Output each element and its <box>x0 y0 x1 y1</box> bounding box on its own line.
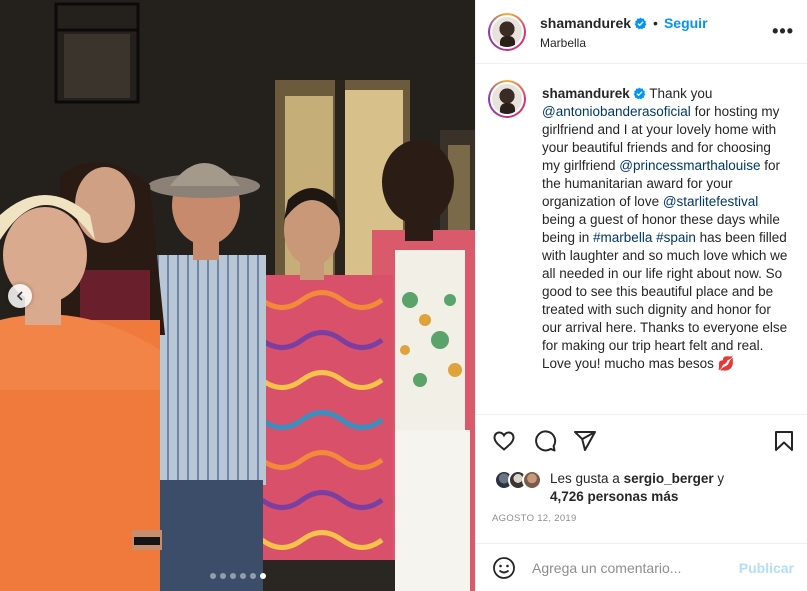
header-username[interactable]: shamandurek <box>540 15 631 31</box>
comment-input[interactable] <box>532 558 732 578</box>
likes-middle: y <box>713 471 725 486</box>
emoji-smiley-icon[interactable] <box>492 556 516 580</box>
caption-username[interactable]: shamandurek <box>542 86 630 101</box>
caption-avatar[interactable] <box>488 80 526 118</box>
liker-avatars <box>494 470 546 492</box>
post-header: shamandurek • Seguir Marbella ••• <box>476 0 807 64</box>
caption-section: shamandurek Thank you @antoniobanderasof… <box>476 64 807 414</box>
more-options-icon[interactable]: ••• <box>772 22 794 40</box>
carousel-dot[interactable] <box>209 573 216 579</box>
verified-badge-icon <box>633 87 646 100</box>
mention-link[interactable]: @starlitefestival <box>663 194 758 209</box>
carousel-dot[interactable] <box>239 573 246 579</box>
add-comment-bar: Publicar <box>476 543 807 591</box>
hashtag-link[interactable]: #spain <box>656 230 696 245</box>
caption-text: shamandurek Thank you @antoniobanderasof… <box>542 85 792 373</box>
carousel-dots <box>0 573 475 579</box>
likes-prefix: Les gusta a <box>550 471 624 486</box>
group-photo-image <box>0 0 475 591</box>
header-separator: • <box>653 15 658 31</box>
likes-summary: Les gusta a sergio_berger y 4,726 person… <box>492 468 792 508</box>
save-bookmark-icon[interactable] <box>772 429 796 453</box>
carousel-dot[interactable] <box>219 573 226 579</box>
verified-badge-icon <box>634 17 647 29</box>
post-actions-bar <box>476 414 807 464</box>
post-photo[interactable] <box>0 0 475 591</box>
carousel-dot[interactable] <box>259 573 266 579</box>
follow-button[interactable]: Seguir <box>664 15 708 31</box>
location-link[interactable]: Marbella <box>540 36 586 50</box>
carousel-prev-button[interactable] <box>8 284 32 308</box>
post-side-panel: shamandurek • Seguir Marbella ••• shaman… <box>475 0 807 591</box>
caption-segment: has been filled with laughter and so muc… <box>542 230 788 371</box>
mention-link[interactable]: @antoniobanderasoficial <box>542 104 691 119</box>
likes-text: Les gusta a sergio_berger y 4,726 person… <box>550 470 724 506</box>
liker-avatar[interactable] <box>522 470 542 490</box>
post-date[interactable]: AGOSTO 12, 2019 <box>492 513 577 524</box>
carousel-dot[interactable] <box>249 573 256 579</box>
chevron-left-icon <box>16 291 23 301</box>
caption-body: Thank you @antoniobanderasoficial for ho… <box>542 86 787 371</box>
avatar[interactable] <box>488 13 526 51</box>
liker-username-link[interactable]: sergio_berger <box>624 471 714 486</box>
hashtag-link[interactable]: #marbella <box>593 230 652 245</box>
share-paper-plane-icon[interactable] <box>573 429 597 453</box>
like-heart-icon[interactable] <box>492 429 516 453</box>
carousel-dot[interactable] <box>229 573 236 579</box>
caption-segment: Thank you <box>645 86 713 101</box>
likes-count-link[interactable]: 4,726 personas más <box>550 489 678 504</box>
publish-button[interactable]: Publicar <box>739 560 794 576</box>
comment-bubble-icon[interactable] <box>533 429 557 453</box>
mention-link[interactable]: @princessmarthalouise <box>619 158 760 173</box>
